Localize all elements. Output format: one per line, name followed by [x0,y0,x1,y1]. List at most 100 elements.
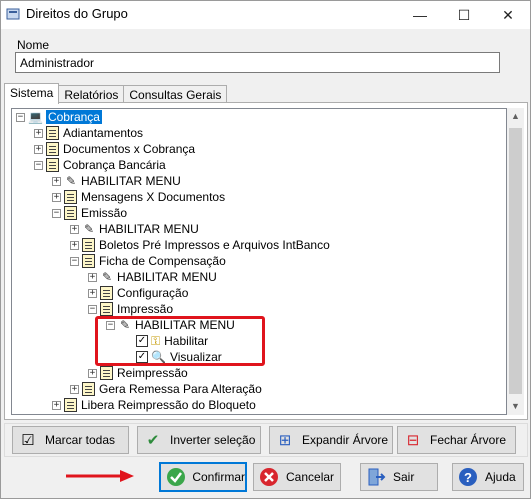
document-icon [82,254,95,268]
tree-item-mensagens-x-documentos[interactable]: + Mensagens X Documentos [52,189,225,205]
collapse-icon[interactable]: − [16,112,25,122]
tree-item-label: Impressão [117,302,174,316]
check-icon: ✔ [146,432,160,449]
dialog-window: Direitos do Grupo — ☐ ✕ Nome Sistema Rel… [0,0,531,499]
document-icon [64,206,77,220]
tree-item-label: Reimpressão [117,366,188,380]
arrow-indicator [66,470,134,482]
tree-item-label: Documentos x Cobrança [63,142,196,156]
tree-item-adiantamentos[interactable]: + Adiantamentos [34,125,143,141]
tree-item-label: Boletos Pré Impressos e Arquivos IntBanc… [99,238,330,252]
scroll-up-icon[interactable]: ▲ [507,108,524,125]
tree-item-habilitar-menu[interactable]: + ✎ HABILITAR MENU [52,173,181,189]
collapse-icon[interactable]: − [34,160,43,170]
tree-item-label: HABILITAR MENU [117,270,217,284]
expandir-arvore-button[interactable]: ⊞ Expandir Árvore [269,426,393,454]
window-title: Direitos do Grupo [26,6,128,21]
document-icon [46,142,59,156]
tree-item-label: HABILITAR MENU [81,174,181,188]
tree-item-gera-remessa[interactable]: + Gera Remessa Para Alteração [70,381,262,397]
expand-icon[interactable]: + [34,144,43,154]
document-icon [100,302,113,316]
document-icon [46,158,59,172]
expand-icon[interactable]: + [52,176,61,186]
expand-icon[interactable]: + [34,128,43,138]
permissions-tree[interactable]: − 💻 Cobrança + Adiantamentos + Documento… [11,108,507,415]
expand-icon[interactable]: + [70,240,79,250]
tree-item-documentos-x-cobranca[interactable]: + Documentos x Cobrança [34,141,195,157]
inverter-selecao-button[interactable]: ✔ Inverter seleção [137,426,261,454]
document-icon [100,286,113,300]
document-icon [64,398,77,412]
tree-item-configuracao[interactable]: + Configuração [88,285,188,301]
tree-item-label: Adiantamentos [63,126,144,140]
document-icon [64,190,77,204]
cancel-icon [258,466,280,488]
expand-icon[interactable]: + [70,224,79,234]
svg-text:?: ? [464,470,472,485]
document-icon [100,366,113,380]
tree-item-boletos-pre-impressos[interactable]: + Boletos Pré Impressos e Arquivos IntBa… [70,237,330,253]
expand-icon[interactable]: + [88,288,97,298]
highlight-box [95,316,265,366]
expand-icon[interactable]: + [52,192,61,202]
collapse-icon[interactable]: − [52,208,61,218]
tab-strip: Sistema Relatórios Consultas Gerais [4,83,228,104]
nome-input[interactable] [15,52,500,73]
computer-icon: 💻 [28,110,43,124]
tab-sistema[interactable]: Sistema [4,83,60,104]
tab-consultas-gerais[interactable]: Consultas Gerais [123,85,228,103]
title-bar: Direitos do Grupo — ☐ ✕ [1,1,530,29]
tree-item-habilitar-menu[interactable]: + ✎ HABILITAR MENU [88,269,217,285]
pen-icon: ✎ [101,270,113,284]
expand-icon[interactable]: + [70,384,79,394]
scroll-thumb[interactable] [509,128,522,394]
tree-item-label: Cobrança Bancária [63,158,166,172]
expand-icon[interactable]: + [88,368,97,378]
minimize-button[interactable]: — [398,1,442,29]
expand-icon[interactable]: + [88,272,97,282]
ajuda-button[interactable]: ? Ajuda [452,463,524,491]
tab-relatorios[interactable]: Relatórios [58,85,125,103]
app-icon [6,8,20,20]
exit-icon [365,466,387,488]
maximize-button[interactable]: ☐ [442,1,486,29]
tree-item-label: Emissão [81,206,128,220]
cancelar-button[interactable]: Cancelar [253,463,341,491]
tree-action-bar: ☑ Marcar todas ✔ Inverter seleção ⊞ Expa… [4,423,528,457]
tree-item-habilitar-menu[interactable]: + ✎ HABILITAR MENU [70,221,199,237]
marcar-todas-button[interactable]: ☑ Marcar todas [12,426,129,454]
document-icon [46,126,59,140]
expand-icon[interactable]: + [52,400,61,410]
pen-icon: ✎ [65,174,77,188]
collapse-icon[interactable]: − [88,304,97,314]
help-icon: ? [457,466,479,488]
tree-item-impressao[interactable]: − Impressão [88,301,173,317]
sair-button[interactable]: Sair [360,463,438,491]
tree-item-cobranca-bancaria[interactable]: − Cobrança Bancária [34,157,166,173]
tree-item-emissao[interactable]: − Emissão [52,205,127,221]
pen-icon: ✎ [83,222,95,236]
tree-item-cobranca[interactable]: − 💻 Cobrança [16,109,102,125]
tree-item-ficha-de-compensacao[interactable]: − Ficha de Compensação [70,253,226,269]
tree-item-label: Cobrança [45,110,102,124]
tree-item-label: Mensagens X Documentos [81,190,226,204]
tree-item-label: HABILITAR MENU [99,222,199,236]
tree-item-label: Libera Reimpressão do Bloqueto [81,398,256,412]
tree-scrollbar[interactable]: ▲ ▼ [507,108,524,415]
scroll-down-icon[interactable]: ▼ [507,398,524,415]
tree-item-libera-reimpressao[interactable]: + Libera Reimpressão do Bloqueto [52,397,256,413]
confirmar-button[interactable]: Confirmar [159,462,247,492]
confirm-icon [165,466,186,488]
tree-item-reimpressao[interactable]: + Reimpressão [88,365,188,381]
expand-tree-icon: ⊞ [278,432,292,449]
nome-label: Nome [17,38,50,52]
close-button[interactable]: ✕ [486,1,530,29]
document-icon [82,382,95,396]
fechar-arvore-button[interactable]: ⊟ Fechar Árvore [397,426,516,454]
tab-panel-sistema: − 💻 Cobrança + Adiantamentos + Documento… [4,102,528,420]
collapse-icon[interactable]: − [70,256,79,266]
collapse-tree-icon: ⊟ [406,432,420,449]
tree-item-label: Configuração [117,286,189,300]
checklist-icon: ☑ [21,432,35,449]
